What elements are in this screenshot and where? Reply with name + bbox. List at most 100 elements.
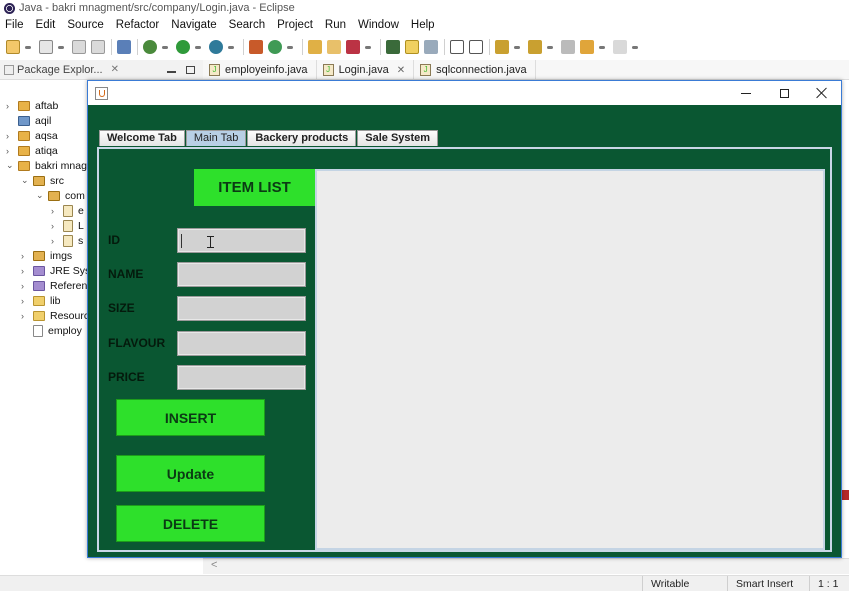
delete-button[interactable]: DELETE xyxy=(116,505,265,542)
menu-search[interactable]: Search xyxy=(229,19,265,31)
tree-item-file-e[interactable]: › e xyxy=(51,203,84,218)
next-annotation-icon[interactable] xyxy=(495,40,509,54)
close-icon[interactable]: ✕ xyxy=(397,65,405,76)
chevron-down-icon[interactable] xyxy=(365,45,371,49)
chevron-right-icon[interactable]: › xyxy=(21,251,29,261)
new-package-icon[interactable] xyxy=(249,40,263,54)
last-edit-icon[interactable] xyxy=(561,40,575,54)
menu-navigate[interactable]: Navigate xyxy=(171,19,216,31)
menu-run[interactable]: Run xyxy=(325,19,346,31)
chevron-right-icon[interactable]: › xyxy=(51,206,59,216)
tab-welcome[interactable]: Welcome Tab xyxy=(99,130,185,146)
close-icon[interactable]: ✕ xyxy=(111,64,119,75)
chevron-right-icon[interactable]: › xyxy=(21,311,29,321)
size-field[interactable] xyxy=(177,296,306,321)
menu-source[interactable]: Source xyxy=(67,19,103,31)
chevron-down-icon[interactable] xyxy=(228,45,234,49)
tree-item-jre[interactable]: › JRE Syst xyxy=(21,263,93,278)
toggle-mark-icon[interactable] xyxy=(424,40,438,54)
menu-window[interactable]: Window xyxy=(358,19,399,31)
minimize-icon[interactable] xyxy=(167,70,176,73)
name-field[interactable] xyxy=(177,262,306,287)
tab-backery-products[interactable]: Backery products xyxy=(247,130,357,146)
save-icon[interactable] xyxy=(72,40,86,54)
chevron-right-icon[interactable]: › xyxy=(6,101,14,111)
tree-item-resources[interactable]: › Resourc xyxy=(21,308,89,323)
coverage-icon[interactable] xyxy=(209,40,223,54)
update-button[interactable]: Update xyxy=(116,455,265,492)
chevron-right-icon[interactable]: › xyxy=(21,296,29,306)
tree-item-lib[interactable]: › lib xyxy=(21,293,61,308)
editor-tab-employeinfo[interactable]: J employeinfo.java xyxy=(203,60,317,80)
menu-file[interactable]: File xyxy=(5,19,24,31)
editor-horizontal-scrollbar[interactable]: < xyxy=(203,558,849,574)
tree-item-file-l[interactable]: › L xyxy=(51,218,84,233)
chevron-down-icon[interactable]: ⌄ xyxy=(36,190,44,201)
new-window-icon[interactable] xyxy=(39,40,53,54)
chevron-right-icon[interactable]: › xyxy=(21,266,29,276)
chevron-down-icon[interactable]: ⌄ xyxy=(21,175,29,186)
menu-help[interactable]: Help xyxy=(411,19,435,31)
id-field[interactable] xyxy=(177,228,306,253)
menu-edit[interactable]: Edit xyxy=(36,19,56,31)
chevron-down-icon[interactable] xyxy=(547,45,553,49)
chevron-down-icon[interactable] xyxy=(599,45,605,49)
save-all-icon[interactable] xyxy=(91,40,105,54)
tree-item-aqil[interactable]: aqil xyxy=(6,113,51,128)
tree-item-company[interactable]: ⌄ com xyxy=(36,188,85,203)
package-explorer-tab[interactable]: Package Explor... ✕ xyxy=(0,64,119,76)
close-button[interactable] xyxy=(803,81,841,105)
chevron-down-icon[interactable] xyxy=(195,45,201,49)
minimize-button[interactable] xyxy=(727,81,765,105)
open-resource-icon[interactable] xyxy=(327,40,341,54)
chevron-right-icon[interactable]: › xyxy=(6,131,14,141)
new-icon[interactable] xyxy=(6,40,20,54)
maximize-icon[interactable] xyxy=(186,65,195,74)
flavour-field[interactable] xyxy=(177,331,306,356)
prev-annotation-icon[interactable] xyxy=(528,40,542,54)
insert-button[interactable]: INSERT xyxy=(116,399,265,436)
annotation-icon[interactable] xyxy=(386,40,400,54)
search-icon[interactable] xyxy=(346,40,360,54)
block-selection-icon[interactable] xyxy=(450,40,464,54)
error-marker-icon[interactable] xyxy=(842,490,849,500)
back-arrow-icon[interactable] xyxy=(580,40,594,54)
tree-item-src[interactable]: ⌄ src xyxy=(21,173,64,188)
menu-refactor[interactable]: Refactor xyxy=(116,19,159,31)
chevron-right-icon[interactable]: › xyxy=(51,221,59,231)
chevron-down-icon[interactable] xyxy=(287,45,293,49)
tree-item-aftab[interactable]: › aftab xyxy=(6,98,58,113)
chevron-right-icon[interactable]: › xyxy=(51,236,59,246)
tree-item-file-s[interactable]: › s xyxy=(51,233,83,248)
tree-item-aqsa[interactable]: › aqsa xyxy=(6,128,58,143)
chevron-right-icon[interactable]: › xyxy=(21,281,29,291)
new-class-icon[interactable] xyxy=(268,40,282,54)
tree-item-employ[interactable]: employ xyxy=(21,323,82,338)
chevron-down-icon[interactable] xyxy=(632,45,638,49)
highlight-icon[interactable] xyxy=(405,40,419,54)
skip-breakpoints-icon[interactable] xyxy=(117,40,131,54)
chevron-right-icon[interactable]: › xyxy=(6,146,14,156)
menu-project[interactable]: Project xyxy=(277,19,313,31)
scroll-left-icon[interactable]: < xyxy=(211,559,217,571)
editor-tab-login[interactable]: J Login.java ✕ xyxy=(317,60,415,80)
item-table-area[interactable] xyxy=(315,169,825,550)
tree-item-imgs[interactable]: › imgs xyxy=(21,248,72,263)
run-icon[interactable] xyxy=(176,40,190,54)
tree-item-referenced[interactable]: › Referen xyxy=(21,278,87,293)
tree-item-bakri[interactable]: ⌄ bakri mnag xyxy=(6,158,87,173)
tab-main[interactable]: Main Tab xyxy=(185,130,247,146)
editor-tab-sqlconnection[interactable]: J sqlconnection.java xyxy=(414,60,536,80)
chevron-down-icon[interactable] xyxy=(58,45,64,49)
chevron-down-icon[interactable] xyxy=(514,45,520,49)
forward-arrow-icon[interactable] xyxy=(613,40,627,54)
show-whitespace-icon[interactable] xyxy=(469,40,483,54)
chevron-down-icon[interactable] xyxy=(25,45,31,49)
debug-icon[interactable] xyxy=(143,40,157,54)
chevron-down-icon[interactable] xyxy=(162,45,168,49)
price-field[interactable] xyxy=(177,365,306,390)
tab-sale-system[interactable]: Sale System xyxy=(357,130,439,146)
app-window-titlebar[interactable] xyxy=(88,81,841,105)
maximize-button[interactable] xyxy=(765,81,803,105)
tree-item-atiqa[interactable]: › atiqa xyxy=(6,143,58,158)
